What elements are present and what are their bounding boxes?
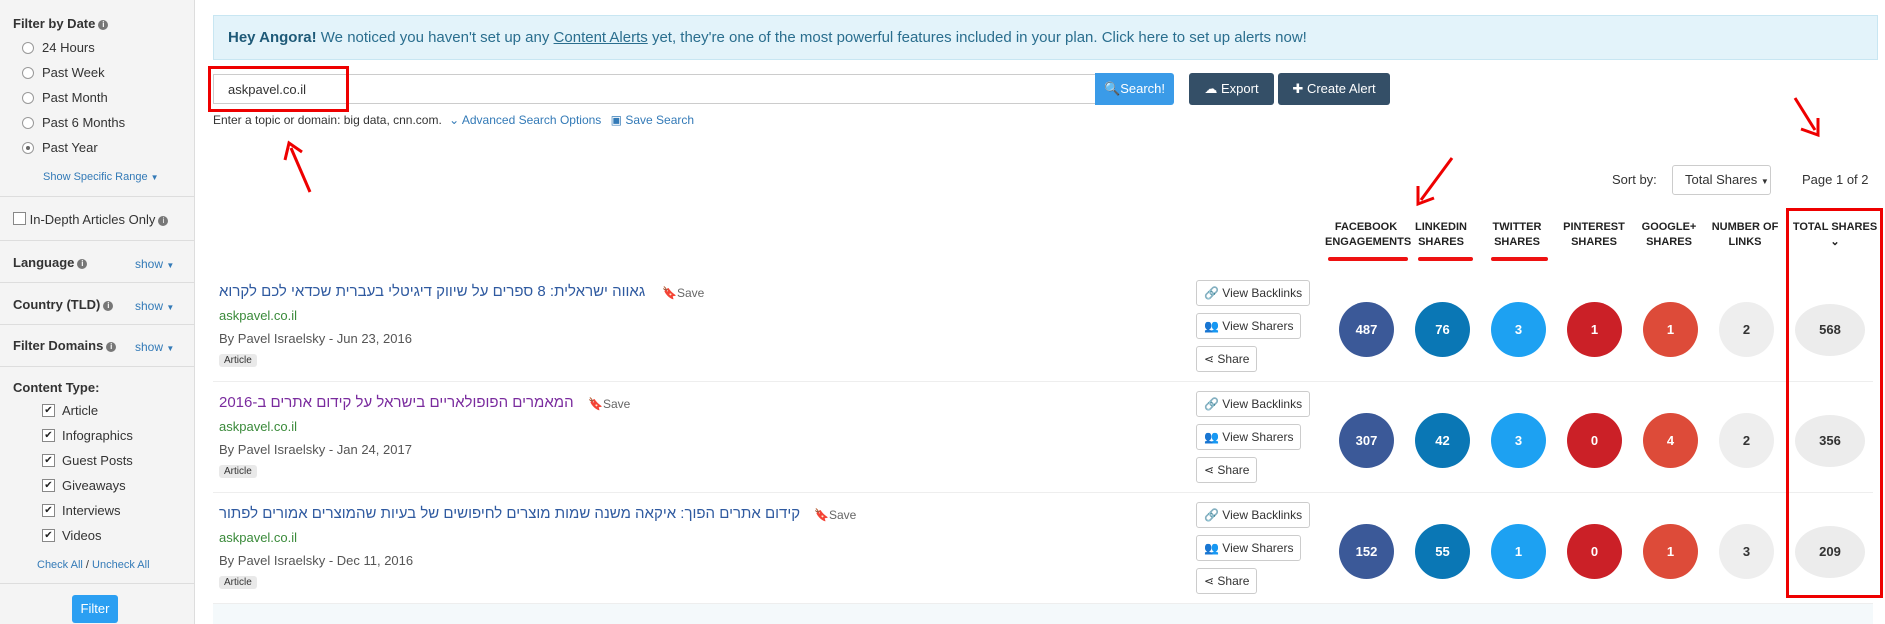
- result-byline: By Pavel Israelsky - Dec 11, 2016: [219, 553, 414, 568]
- result-row-partial: [213, 604, 1873, 624]
- share-icon: ⋖: [1204, 352, 1215, 366]
- highlight-underline: [1328, 257, 1408, 261]
- col-facebook[interactable]: FACEBOOK ENGAGEMENTS: [1325, 220, 1411, 250]
- google-count[interactable]: 1: [1643, 524, 1698, 579]
- links-count[interactable]: 3: [1719, 524, 1774, 579]
- col-twitter[interactable]: TWITTER SHARES: [1487, 220, 1547, 250]
- result-domain[interactable]: askpavel.co.il: [219, 419, 297, 434]
- result-title[interactable]: גאווה ישראלית: 8 ספרים על שיווק דיגיטלי …: [219, 283, 645, 300]
- link-icon: 🔗: [1204, 508, 1219, 522]
- bookmark-icon: 🔖: [662, 286, 677, 300]
- twitter-count[interactable]: 3: [1491, 413, 1546, 468]
- save-link[interactable]: 🔖Save: [814, 508, 856, 522]
- pinterest-count[interactable]: 0: [1567, 413, 1622, 468]
- bookmark-icon: 🔖: [814, 508, 829, 522]
- result-domain[interactable]: askpavel.co.il: [219, 530, 297, 545]
- page-indicator: Page 1 of 2: [1802, 172, 1869, 187]
- result-title[interactable]: המאמרים הפופולאריים בישראל על קידום אתרי…: [219, 394, 574, 411]
- share-icon: ⋖: [1204, 574, 1215, 588]
- share-button[interactable]: ⋖ Share: [1196, 457, 1258, 483]
- result-row: המאמרים הפופולאריים בישראל על קידום אתרי…: [213, 381, 1873, 493]
- link-icon: 🔗: [1204, 286, 1219, 300]
- col-linkedin[interactable]: LINKEDIN SHARES: [1411, 220, 1471, 250]
- highlight-box: [1786, 208, 1883, 598]
- col-pinterest[interactable]: PINTEREST SHARES: [1562, 220, 1626, 250]
- users-icon: 👥: [1204, 541, 1219, 555]
- highlight-underline: [1418, 257, 1473, 261]
- result-byline: By Pavel Israelsky - Jan 24, 2017: [219, 442, 412, 457]
- view-backlinks-button[interactable]: 🔗 View Backlinks: [1196, 391, 1311, 417]
- col-links[interactable]: NUMBER OF LINKS: [1711, 220, 1779, 250]
- linkedin-count[interactable]: 76: [1415, 302, 1470, 357]
- caret-down-icon: ▼: [1760, 177, 1769, 186]
- sort-by-label: Sort by:: [1612, 172, 1657, 187]
- type-badge: Article: [219, 576, 257, 589]
- linkedin-count[interactable]: 55: [1415, 524, 1470, 579]
- twitter-count[interactable]: 3: [1491, 302, 1546, 357]
- result-domain[interactable]: askpavel.co.il: [219, 308, 297, 323]
- twitter-count[interactable]: 1: [1491, 524, 1546, 579]
- result-row: קידום אתרים הפוך: איקאה משנה שמות מוצרים…: [213, 492, 1873, 604]
- type-badge: Article: [219, 465, 257, 478]
- links-count[interactable]: 2: [1719, 302, 1774, 357]
- save-link[interactable]: 🔖Save: [588, 397, 630, 411]
- users-icon: 👥: [1204, 430, 1219, 444]
- share-button[interactable]: ⋖ Share: [1196, 568, 1258, 594]
- save-link[interactable]: 🔖Save: [662, 286, 704, 300]
- bookmark-icon: 🔖: [588, 397, 603, 411]
- view-sharers-button[interactable]: 👥 View Sharers: [1196, 535, 1302, 561]
- type-badge: Article: [219, 354, 257, 367]
- pinterest-count[interactable]: 0: [1567, 524, 1622, 579]
- result-byline: By Pavel Israelsky - Jun 23, 2016: [219, 331, 412, 346]
- facebook-count[interactable]: 487: [1339, 302, 1394, 357]
- col-google[interactable]: GOOGLE+ SHARES: [1639, 220, 1699, 250]
- view-sharers-button[interactable]: 👥 View Sharers: [1196, 313, 1302, 339]
- links-count[interactable]: 2: [1719, 413, 1774, 468]
- view-backlinks-button[interactable]: 🔗 View Backlinks: [1196, 502, 1311, 528]
- linkedin-count[interactable]: 42: [1415, 413, 1470, 468]
- google-count[interactable]: 4: [1643, 413, 1698, 468]
- users-icon: 👥: [1204, 319, 1219, 333]
- facebook-count[interactable]: 152: [1339, 524, 1394, 579]
- share-button[interactable]: ⋖ Share: [1196, 346, 1258, 372]
- facebook-count[interactable]: 307: [1339, 413, 1394, 468]
- google-count[interactable]: 1: [1643, 302, 1698, 357]
- link-icon: 🔗: [1204, 397, 1219, 411]
- view-backlinks-button[interactable]: 🔗 View Backlinks: [1196, 280, 1311, 306]
- sort-select[interactable]: Total Shares ▼: [1672, 165, 1771, 195]
- result-title[interactable]: קידום אתרים הפוך: איקאה משנה שמות מוצרים…: [219, 505, 800, 522]
- view-sharers-button[interactable]: 👥 View Sharers: [1196, 424, 1302, 450]
- share-icon: ⋖: [1204, 463, 1215, 477]
- result-row: גאווה ישראלית: 8 ספרים על שיווק דיגיטלי …: [213, 270, 1873, 382]
- pinterest-count[interactable]: 1: [1567, 302, 1622, 357]
- highlight-underline: [1491, 257, 1548, 261]
